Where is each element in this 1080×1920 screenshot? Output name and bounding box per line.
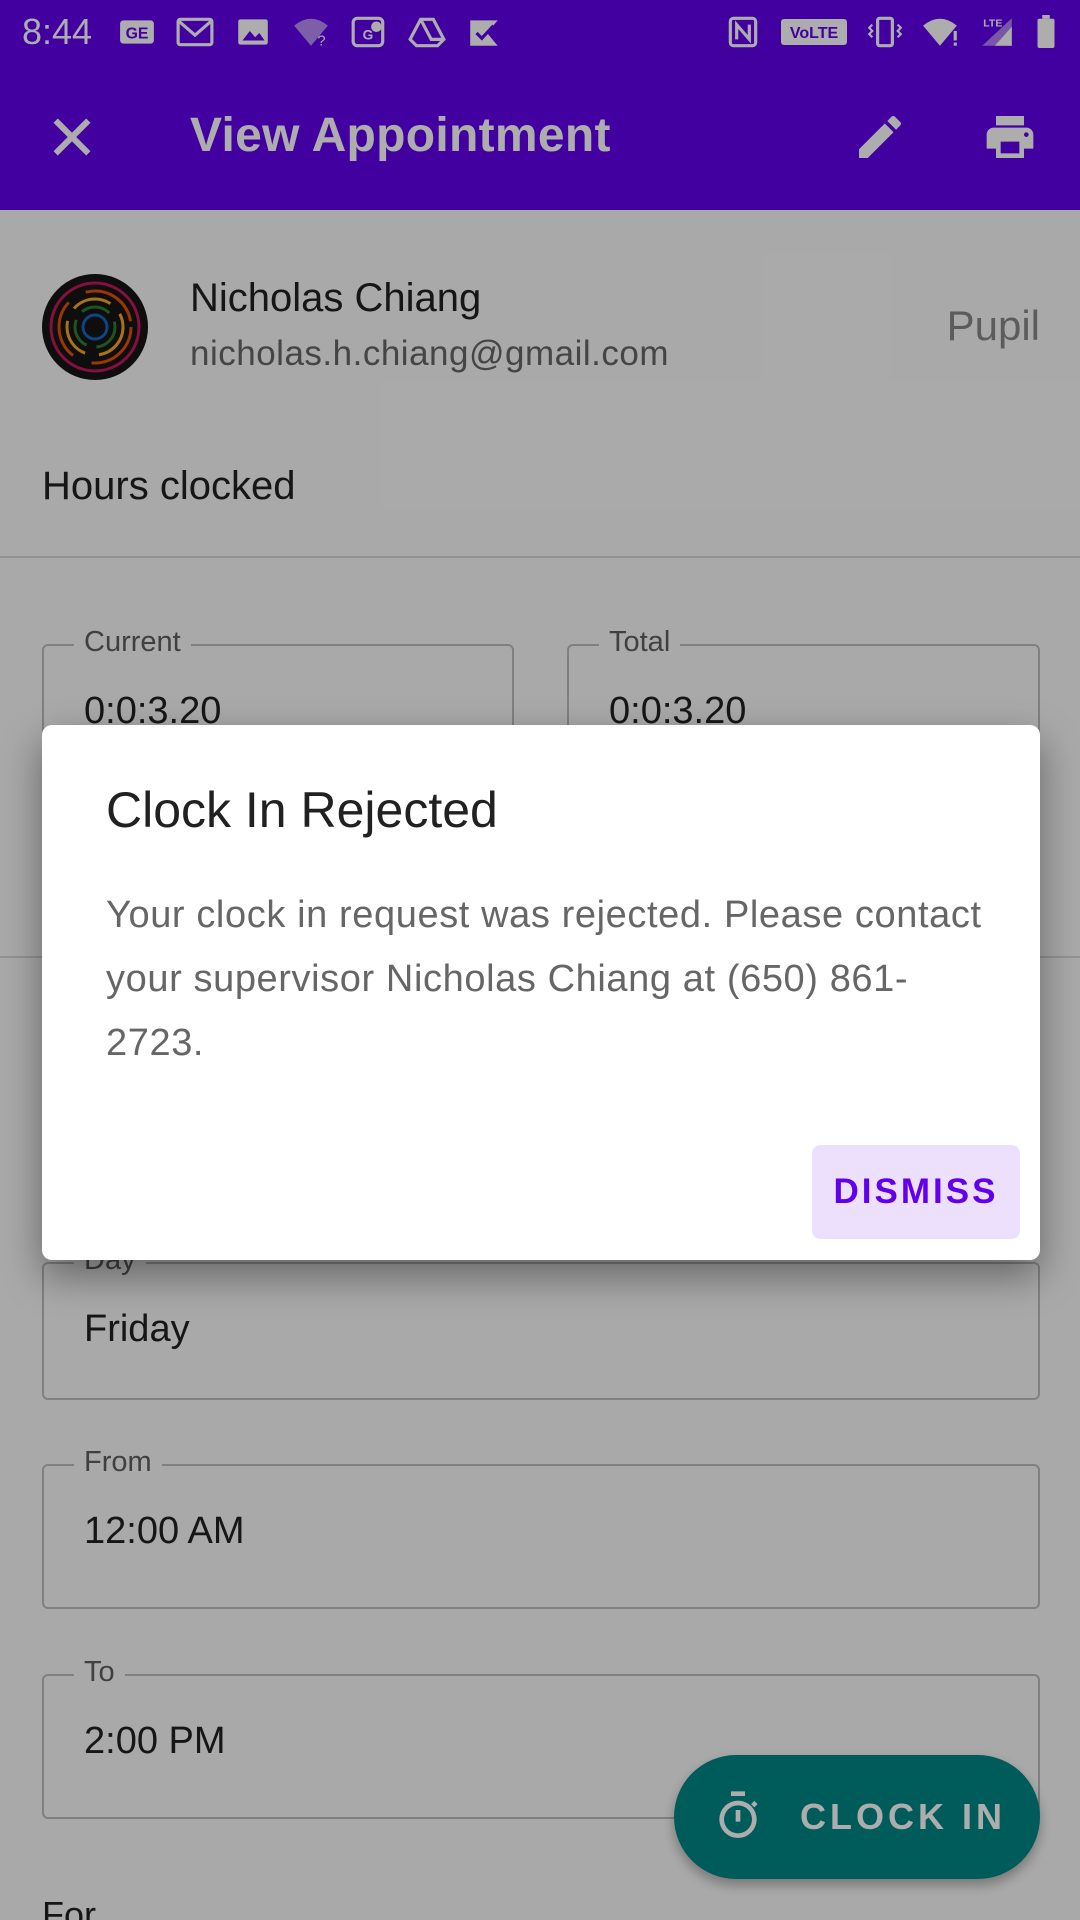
dialog-title: Clock In Rejected xyxy=(106,782,498,838)
dialog-message: Your clock in request was rejected. Plea… xyxy=(106,894,982,1064)
dismiss-button[interactable]: DISMISS xyxy=(812,1145,1020,1239)
clock-in-rejected-dialog: Clock In Rejected Your clock in request … xyxy=(42,725,1040,1260)
